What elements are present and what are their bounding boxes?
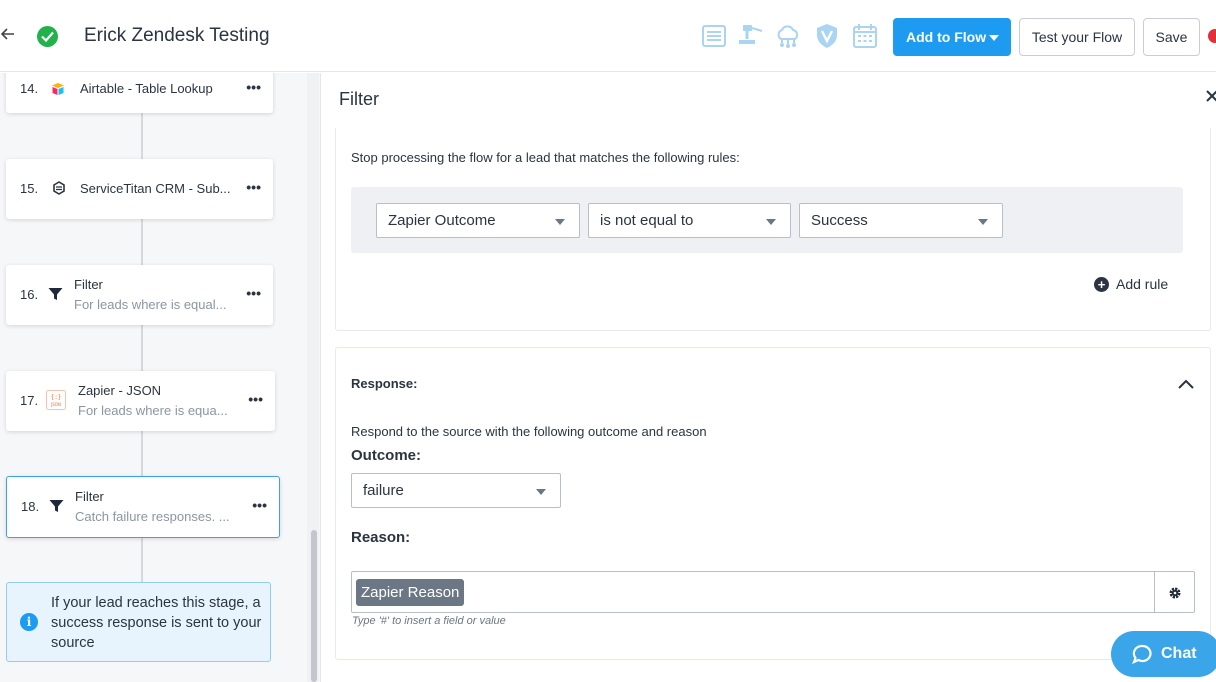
notification-badge[interactable] [1208, 29, 1216, 43]
flow-steps-sidebar: 14. Airtable - Table Lookup ••• 15. Serv… [0, 73, 321, 682]
add-to-flow-label: Add to Flow [906, 29, 987, 45]
step-title: Filter [75, 489, 104, 504]
info-text: If your lead reaches this stage, a succe… [51, 595, 262, 651]
outcome-select[interactable]: failure [351, 473, 561, 508]
reason-field-token[interactable]: Zapier Reason [356, 579, 465, 606]
arrow-left-icon[interactable] [0, 26, 20, 46]
step-more-button[interactable]: ••• [252, 497, 267, 513]
step-number: 16. [20, 287, 39, 302]
check-circle-icon [37, 26, 58, 47]
step-number: 17. [20, 393, 39, 408]
shield-v-icon[interactable] [813, 22, 841, 50]
step-title: ServiceTitan CRM - Sub... [80, 181, 231, 196]
calendar-icon[interactable] [851, 22, 879, 50]
reason-settings-button[interactable] [1154, 571, 1195, 613]
success-info-box: i If your lead reaches this stage, a suc… [6, 582, 271, 662]
step-subtitle: Catch failure responses. ... [75, 509, 230, 524]
reason-input[interactable]: Zapier Reason [351, 571, 1155, 613]
svg-text:JSON: JSON [50, 402, 61, 407]
outcome-value: failure [363, 482, 404, 499]
step-connector [141, 219, 143, 265]
test-flow-button[interactable]: Test your Flow [1019, 18, 1135, 56]
chat-button[interactable]: Chat [1111, 631, 1216, 677]
rule-operator-value: is not equal to [600, 212, 694, 229]
step-more-button[interactable]: ••• [246, 179, 261, 195]
rule-field-value: Zapier Outcome [388, 212, 496, 229]
gavel-icon[interactable] [737, 22, 765, 50]
svg-text:{:}: {:} [51, 394, 62, 401]
step-connector [141, 325, 143, 371]
flow-step-17[interactable]: 17. {:} JSON Zapier - JSON For leads wher… [6, 371, 275, 431]
flow-step-18[interactable]: 18. Filter Catch failure responses. ... … [6, 476, 280, 538]
step-title: Zapier - JSON [78, 383, 162, 398]
page-title: Erick Zendesk Testing [84, 25, 270, 46]
filter-description: Stop processing the flow for a lead that… [351, 150, 740, 165]
gear-icon [1169, 587, 1181, 599]
step-connector [141, 113, 143, 159]
response-description: Respond to the source with the following… [351, 424, 707, 439]
step-title: Airtable - Table Lookup [80, 81, 213, 96]
step-more-button[interactable]: ••• [246, 285, 261, 301]
rule-value-value: Success [811, 212, 868, 229]
step-subtitle: For leads where is equa... [78, 403, 228, 418]
flow-step-15[interactable]: 15. ServiceTitan CRM - Sub... ••• [6, 159, 273, 219]
filter-icon [48, 287, 64, 303]
save-button[interactable]: Save [1143, 18, 1200, 56]
plus-circle-icon: + [1094, 277, 1109, 292]
step-title: Filter [74, 277, 103, 292]
flow-step-16[interactable]: 16. Filter For leads where is equal... •… [6, 265, 273, 325]
close-icon[interactable] [1205, 86, 1216, 109]
rule-field-select[interactable]: Zapier Outcome [376, 203, 580, 238]
step-connector [141, 538, 143, 582]
top-header: Erick Zendesk Testing Add to Flow Test y… [0, 0, 1216, 72]
filter-icon [49, 499, 65, 515]
step-number: 18. [21, 499, 40, 514]
rule-operator-select[interactable]: is not equal to [588, 203, 791, 238]
chevron-down-icon [555, 219, 565, 225]
panel-title: Filter [339, 89, 379, 109]
step-more-button[interactable]: ••• [246, 79, 261, 95]
rule-value-select[interactable]: Success [799, 203, 1003, 238]
flow-step-14[interactable]: 14. Airtable - Table Lookup ••• [6, 73, 273, 113]
add-rule-label: Add rule [1116, 276, 1169, 292]
info-icon: i [20, 613, 38, 631]
step-more-button[interactable]: ••• [248, 391, 263, 407]
response-title: Response: [351, 376, 418, 391]
chat-bubble-icon [1132, 644, 1152, 664]
outcome-label: Outcome: [351, 447, 422, 464]
step-connector [141, 431, 143, 477]
chevron-down-icon [978, 219, 988, 225]
servicetitan-icon [52, 181, 68, 197]
json-icon: {:} JSON [46, 390, 66, 410]
chevron-down-icon [536, 489, 546, 495]
step-subtitle: For leads where is equal... [74, 297, 227, 312]
chevron-down-icon [766, 219, 776, 225]
step-number: 14. [20, 81, 39, 96]
chevron-up-icon[interactable] [1177, 377, 1195, 389]
chevron-down-icon [989, 35, 999, 41]
cloud-network-icon[interactable] [774, 22, 802, 50]
chat-label: Chat [1161, 645, 1197, 662]
step-number: 15. [20, 181, 39, 196]
reason-label: Reason: [351, 529, 411, 546]
list-icon[interactable] [700, 22, 728, 50]
reason-hint: Type '#' to insert a field or value [352, 615, 506, 627]
add-to-flow-button[interactable]: Add to Flow [893, 18, 1011, 56]
airtable-icon [51, 82, 67, 98]
sidebar-scrollbar-thumb[interactable] [311, 530, 317, 682]
rule-row: Zapier Outcome is not equal to Success [351, 187, 1183, 253]
